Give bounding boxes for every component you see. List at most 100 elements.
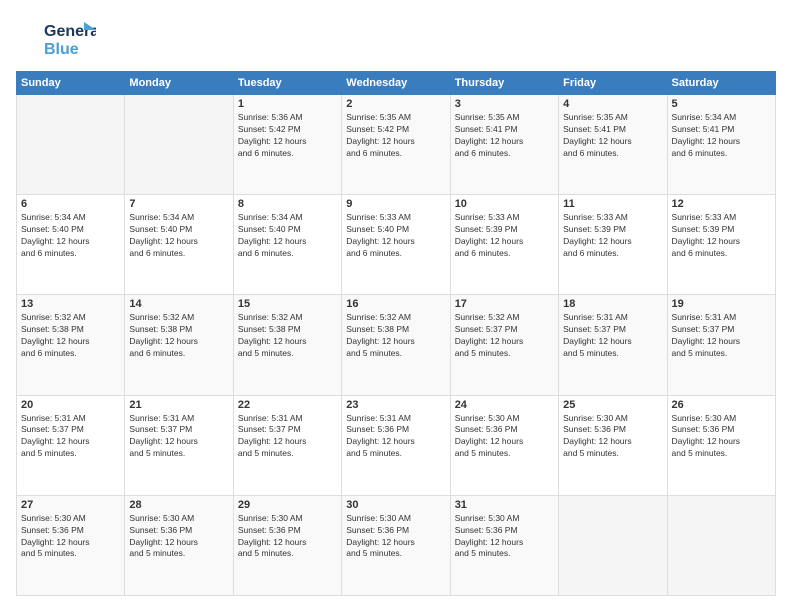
day-header-wednesday: Wednesday: [342, 72, 450, 95]
day-number: 1: [238, 98, 337, 110]
day-info: Sunrise: 5:32 AM Sunset: 5:37 PM Dayligh…: [455, 312, 554, 360]
calendar-cell: 9 Sunrise: 5:33 AM Sunset: 5:40 PM Daylig…: [342, 195, 450, 295]
day-number: 16: [346, 298, 445, 310]
day-number: 10: [455, 198, 554, 210]
calendar-cell: 12Sunrise: 5:33 AM Sunset: 5:39 PM Dayli…: [667, 195, 775, 295]
day-number: 12: [672, 198, 771, 210]
day-info: Sunrise: 5:31 AM Sunset: 5:37 PM Dayligh…: [238, 413, 337, 461]
day-number: 18: [563, 298, 662, 310]
calendar-cell: 26 Sunrise: 5:30 AM Sunset: 5:36 PM Dayli…: [667, 395, 775, 495]
day-header-saturday: Saturday: [667, 72, 775, 95]
calendar-cell: 20 Sunrise: 5:31 AM Sunset: 5:37 PM Dayli…: [17, 395, 125, 495]
calendar-cell: [125, 95, 233, 195]
day-info: Sunrise: 5:34 AM Sunset: 5:41 PM Dayligh…: [672, 112, 771, 160]
day-info: Sunrise: 5:33 AM Sunset: 5:39 PM Dayligh…: [563, 212, 662, 260]
day-header-friday: Friday: [559, 72, 667, 95]
calendar-header-row: SundayMondayTuesdayWednesdayThursdayFrid…: [17, 72, 776, 95]
day-info: Sunrise: 5:32 AM Sunset: 5:38 PM Dayligh…: [238, 312, 337, 360]
day-number: 13: [21, 298, 120, 310]
day-number: 28: [129, 499, 228, 511]
day-info: Sunrise: 5:31 AM Sunset: 5:37 PM Dayligh…: [672, 312, 771, 360]
day-info: Sunrise: 5:30 AM Sunset: 5:36 PM Dayligh…: [238, 513, 337, 561]
day-info: Sunrise: 5:33 AM Sunset: 5:39 PM Dayligh…: [455, 212, 554, 260]
calendar-cell: 2 Sunrise: 5:35 AM Sunset: 5:42 PM Daylig…: [342, 95, 450, 195]
day-info: Sunrise: 5:30 AM Sunset: 5:36 PM Dayligh…: [455, 513, 554, 561]
day-info: Sunrise: 5:30 AM Sunset: 5:36 PM Dayligh…: [455, 413, 554, 461]
calendar-table: SundayMondayTuesdayWednesdayThursdayFrid…: [16, 71, 776, 596]
day-header-thursday: Thursday: [450, 72, 558, 95]
day-info: Sunrise: 5:36 AM Sunset: 5:42 PM Dayligh…: [238, 112, 337, 160]
day-info: Sunrise: 5:31 AM Sunset: 5:37 PM Dayligh…: [21, 413, 120, 461]
calendar-cell: 24 Sunrise: 5:30 AM Sunset: 5:36 PM Dayli…: [450, 395, 558, 495]
calendar-cell: 31 Sunrise: 5:30 AM Sunset: 5:36 PM Dayli…: [450, 495, 558, 595]
calendar-cell: 6Sunrise: 5:34 AM Sunset: 5:40 PM Daylig…: [17, 195, 125, 295]
day-number: 2: [346, 98, 445, 110]
day-number: 9: [346, 198, 445, 210]
svg-text:Blue: Blue: [44, 41, 79, 58]
day-info: Sunrise: 5:34 AM Sunset: 5:40 PM Dayligh…: [21, 212, 120, 260]
day-header-sunday: Sunday: [17, 72, 125, 95]
calendar-cell: 17Sunrise: 5:32 AM Sunset: 5:37 PM Dayli…: [450, 295, 558, 395]
day-info: Sunrise: 5:34 AM Sunset: 5:40 PM Dayligh…: [238, 212, 337, 260]
day-number: 5: [672, 98, 771, 110]
day-number: 23: [346, 399, 445, 411]
week-row-3: 13 Sunrise: 5:32 AM Sunset: 5:38 PM Dayli…: [17, 295, 776, 395]
calendar-cell: 23 Sunrise: 5:31 AM Sunset: 5:36 PM Dayli…: [342, 395, 450, 495]
day-info: Sunrise: 5:31 AM Sunset: 5:36 PM Dayligh…: [346, 413, 445, 461]
day-number: 27: [21, 499, 120, 511]
day-info: Sunrise: 5:30 AM Sunset: 5:36 PM Dayligh…: [672, 413, 771, 461]
calendar-cell: 4 Sunrise: 5:35 AM Sunset: 5:41 PM Daylig…: [559, 95, 667, 195]
calendar-cell: [559, 495, 667, 595]
day-info: Sunrise: 5:31 AM Sunset: 5:37 PM Dayligh…: [129, 413, 228, 461]
day-number: 3: [455, 98, 554, 110]
day-info: Sunrise: 5:30 AM Sunset: 5:36 PM Dayligh…: [346, 513, 445, 561]
calendar-cell: 29 Sunrise: 5:30 AM Sunset: 5:36 PM Dayli…: [233, 495, 341, 595]
week-row-2: 6Sunrise: 5:34 AM Sunset: 5:40 PM Daylig…: [17, 195, 776, 295]
calendar-cell: 16 Sunrise: 5:32 AM Sunset: 5:38 PM Dayli…: [342, 295, 450, 395]
day-info: Sunrise: 5:31 AM Sunset: 5:37 PM Dayligh…: [563, 312, 662, 360]
day-number: 15: [238, 298, 337, 310]
day-number: 30: [346, 499, 445, 511]
day-info: Sunrise: 5:35 AM Sunset: 5:41 PM Dayligh…: [563, 112, 662, 160]
day-info: Sunrise: 5:35 AM Sunset: 5:42 PM Dayligh…: [346, 112, 445, 160]
day-number: 20: [21, 399, 120, 411]
calendar-cell: 10 Sunrise: 5:33 AM Sunset: 5:39 PM Dayli…: [450, 195, 558, 295]
day-info: Sunrise: 5:30 AM Sunset: 5:36 PM Dayligh…: [21, 513, 120, 561]
day-number: 29: [238, 499, 337, 511]
calendar-cell: 3Sunrise: 5:35 AM Sunset: 5:41 PM Daylig…: [450, 95, 558, 195]
day-number: 7: [129, 198, 228, 210]
week-row-1: 1 Sunrise: 5:36 AM Sunset: 5:42 PM Daylig…: [17, 95, 776, 195]
calendar-cell: 7 Sunrise: 5:34 AM Sunset: 5:40 PM Daylig…: [125, 195, 233, 295]
day-info: Sunrise: 5:33 AM Sunset: 5:40 PM Dayligh…: [346, 212, 445, 260]
calendar-cell: 22 Sunrise: 5:31 AM Sunset: 5:37 PM Dayli…: [233, 395, 341, 495]
day-number: 8: [238, 198, 337, 210]
day-info: Sunrise: 5:32 AM Sunset: 5:38 PM Dayligh…: [346, 312, 445, 360]
logo-icon: GeneralBlue: [16, 16, 96, 61]
calendar-cell: 14Sunrise: 5:32 AM Sunset: 5:38 PM Dayli…: [125, 295, 233, 395]
calendar-cell: 30 Sunrise: 5:30 AM Sunset: 5:36 PM Dayli…: [342, 495, 450, 595]
day-info: Sunrise: 5:32 AM Sunset: 5:38 PM Dayligh…: [129, 312, 228, 360]
page: GeneralBlue SundayMondayTuesdayWednesday…: [0, 0, 792, 612]
calendar-cell: 11Sunrise: 5:33 AM Sunset: 5:39 PM Dayli…: [559, 195, 667, 295]
day-header-monday: Monday: [125, 72, 233, 95]
logo: GeneralBlue: [16, 16, 96, 61]
day-number: 19: [672, 298, 771, 310]
calendar-cell: 25Sunrise: 5:30 AM Sunset: 5:36 PM Dayli…: [559, 395, 667, 495]
week-row-4: 20 Sunrise: 5:31 AM Sunset: 5:37 PM Dayli…: [17, 395, 776, 495]
day-header-tuesday: Tuesday: [233, 72, 341, 95]
header: GeneralBlue: [16, 16, 776, 61]
day-info: Sunrise: 5:34 AM Sunset: 5:40 PM Dayligh…: [129, 212, 228, 260]
day-number: 31: [455, 499, 554, 511]
day-number: 24: [455, 399, 554, 411]
day-number: 22: [238, 399, 337, 411]
day-number: 25: [563, 399, 662, 411]
day-number: 4: [563, 98, 662, 110]
calendar-cell: [667, 495, 775, 595]
calendar-cell: 8 Sunrise: 5:34 AM Sunset: 5:40 PM Daylig…: [233, 195, 341, 295]
calendar-cell: 13Sunrise: 5:32 AM Sunset: 5:38 PM Dayli…: [17, 295, 125, 395]
calendar-cell: [17, 95, 125, 195]
day-number: 26: [672, 399, 771, 411]
calendar-cell: 18 Sunrise: 5:31 AM Sunset: 5:37 PM Dayli…: [559, 295, 667, 395]
week-row-5: 27 Sunrise: 5:30 AM Sunset: 5:36 PM Dayli…: [17, 495, 776, 595]
calendar-cell: 1 Sunrise: 5:36 AM Sunset: 5:42 PM Daylig…: [233, 95, 341, 195]
